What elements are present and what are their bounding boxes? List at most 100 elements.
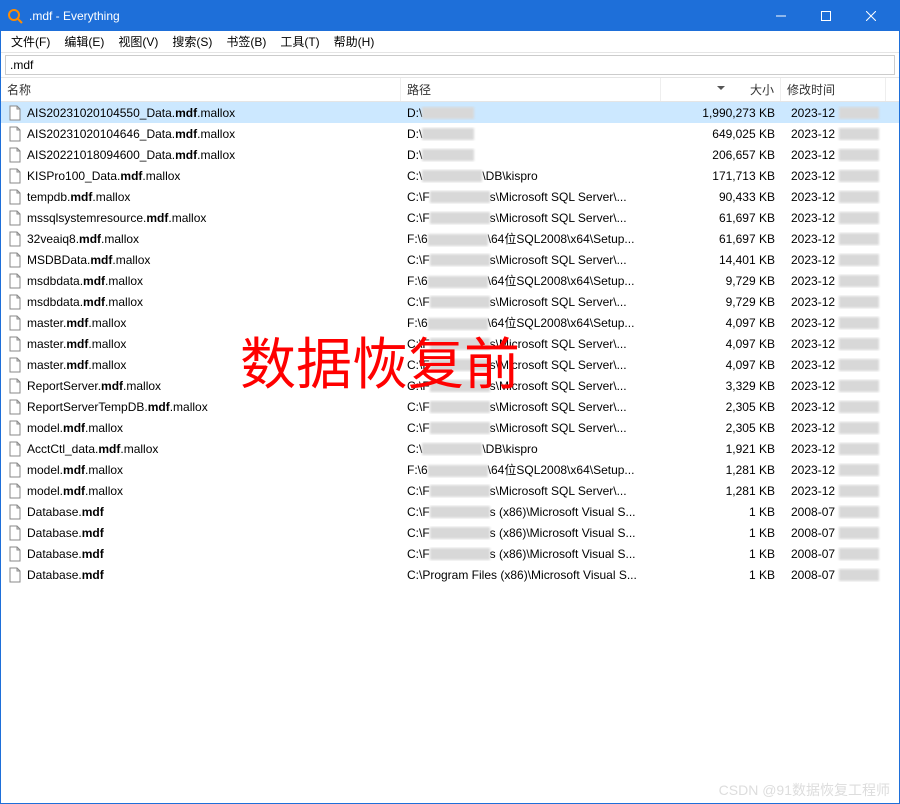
file-size-cell[interactable]: 14,401 KB — [661, 253, 781, 267]
file-path-cell[interactable]: C:\Fs\Microsoft SQL Server\... — [401, 484, 661, 498]
file-date-cell[interactable]: 2023-12 — [781, 421, 886, 435]
file-size-cell[interactable]: 1 KB — [661, 568, 781, 582]
close-button[interactable] — [848, 1, 893, 31]
file-path-cell[interactable]: C:\Fs\Microsoft SQL Server\... — [401, 358, 661, 372]
file-row[interactable]: model.mdf.malloxC:\Fs\Microsoft SQL Serv… — [1, 480, 899, 501]
file-size-cell[interactable]: 1,281 KB — [661, 484, 781, 498]
file-name-cell[interactable]: Database.mdf — [1, 504, 401, 520]
maximize-button[interactable] — [803, 1, 848, 31]
file-date-cell[interactable]: 2023-12 — [781, 274, 886, 288]
menu-help[interactable]: 帮助(H) — [328, 31, 381, 52]
file-path-cell[interactable]: D:\ — [401, 106, 661, 120]
file-name-cell[interactable]: mssqlsystemresource.mdf.mallox — [1, 210, 401, 226]
file-date-cell[interactable]: 2023-12 — [781, 463, 886, 477]
menu-bookmarks[interactable]: 书签(B) — [220, 31, 272, 52]
file-row[interactable]: MSDBData.mdf.malloxC:\Fs\Microsoft SQL S… — [1, 249, 899, 270]
file-name-cell[interactable]: ReportServerTempDB.mdf.mallox — [1, 399, 401, 415]
file-path-cell[interactable]: F:\6\64位SQL2008\x64\Setup... — [401, 461, 661, 478]
file-size-cell[interactable]: 206,657 KB — [661, 148, 781, 162]
file-path-cell[interactable]: F:\6\64位SQL2008\x64\Setup... — [401, 314, 661, 331]
menu-edit[interactable]: 编辑(E) — [58, 31, 110, 52]
file-size-cell[interactable]: 4,097 KB — [661, 316, 781, 330]
file-path-cell[interactable]: C:\Fs\Microsoft SQL Server\... — [401, 379, 661, 393]
file-date-cell[interactable]: 2023-12 — [781, 358, 886, 372]
file-size-cell[interactable]: 1 KB — [661, 505, 781, 519]
file-size-cell[interactable]: 1,990,273 KB — [661, 106, 781, 120]
file-size-cell[interactable]: 1,921 KB — [661, 442, 781, 456]
file-path-cell[interactable]: C:\Fs\Microsoft SQL Server\... — [401, 295, 661, 309]
file-path-cell[interactable]: C:\Fs\Microsoft SQL Server\... — [401, 421, 661, 435]
file-date-cell[interactable]: 2008-07 — [781, 568, 886, 582]
file-path-cell[interactable]: D:\ — [401, 127, 661, 141]
file-date-cell[interactable]: 2008-07 — [781, 505, 886, 519]
file-date-cell[interactable]: 2023-12 — [781, 148, 886, 162]
file-row[interactable]: master.mdf.malloxC:\Fs\Microsoft SQL Ser… — [1, 354, 899, 375]
file-name-cell[interactable]: AIS20221018094600_Data.mdf.mallox — [1, 147, 401, 163]
file-row[interactable]: AIS20231020104550_Data.mdf.malloxD:\1,99… — [1, 102, 899, 123]
file-name-cell[interactable]: model.mdf.mallox — [1, 483, 401, 499]
file-row[interactable]: msdbdata.mdf.malloxC:\Fs\Microsoft SQL S… — [1, 291, 899, 312]
file-row[interactable]: AIS20221018094600_Data.mdf.malloxD:\206,… — [1, 144, 899, 165]
file-row[interactable]: master.mdf.malloxF:\6\64位SQL2008\x64\Set… — [1, 312, 899, 333]
file-date-cell[interactable]: 2023-12 — [781, 442, 886, 456]
file-date-cell[interactable]: 2023-12 — [781, 169, 886, 183]
file-name-cell[interactable]: AIS20231020104646_Data.mdf.mallox — [1, 126, 401, 142]
file-name-cell[interactable]: master.mdf.mallox — [1, 357, 401, 373]
file-name-cell[interactable]: tempdb.mdf.mallox — [1, 189, 401, 205]
menu-tools[interactable]: 工具(T) — [274, 31, 325, 52]
file-date-cell[interactable]: 2023-12 — [781, 400, 886, 414]
file-size-cell[interactable]: 61,697 KB — [661, 232, 781, 246]
file-date-cell[interactable]: 2008-07 — [781, 547, 886, 561]
file-path-cell[interactable]: C:\Fs (x86)\Microsoft Visual S... — [401, 547, 661, 561]
file-size-cell[interactable]: 2,305 KB — [661, 400, 781, 414]
file-name-cell[interactable]: Database.mdf — [1, 525, 401, 541]
file-size-cell[interactable]: 9,729 KB — [661, 295, 781, 309]
header-path[interactable]: 路径 — [401, 78, 661, 101]
header-name[interactable]: 名称 — [1, 78, 401, 101]
file-path-cell[interactable]: C:\Fs\Microsoft SQL Server\... — [401, 190, 661, 204]
file-name-cell[interactable]: Database.mdf — [1, 567, 401, 583]
file-size-cell[interactable]: 1,281 KB — [661, 463, 781, 477]
file-name-cell[interactable]: model.mdf.mallox — [1, 462, 401, 478]
file-row[interactable]: Database.mdfC:\Fs (x86)\Microsoft Visual… — [1, 522, 899, 543]
file-size-cell[interactable]: 61,697 KB — [661, 211, 781, 225]
file-size-cell[interactable]: 4,097 KB — [661, 358, 781, 372]
header-size[interactable]: 大小 — [661, 78, 781, 101]
file-size-cell[interactable]: 649,025 KB — [661, 127, 781, 141]
file-name-cell[interactable]: model.mdf.mallox — [1, 420, 401, 436]
file-date-cell[interactable]: 2023-12 — [781, 106, 886, 120]
file-size-cell[interactable]: 1 KB — [661, 547, 781, 561]
search-input[interactable] — [5, 55, 895, 75]
file-date-cell[interactable]: 2023-12 — [781, 316, 886, 330]
file-row[interactable]: AIS20231020104646_Data.mdf.malloxD:\649,… — [1, 123, 899, 144]
file-row[interactable]: msdbdata.mdf.malloxF:\6\64位SQL2008\x64\S… — [1, 270, 899, 291]
file-name-cell[interactable]: AIS20231020104550_Data.mdf.mallox — [1, 105, 401, 121]
file-path-cell[interactable]: F:\6\64位SQL2008\x64\Setup... — [401, 272, 661, 289]
file-path-cell[interactable]: C:\Fs (x86)\Microsoft Visual S... — [401, 526, 661, 540]
file-name-cell[interactable]: 32veaiq8.mdf.mallox — [1, 231, 401, 247]
menu-search[interactable]: 搜索(S) — [166, 31, 218, 52]
file-date-cell[interactable]: 2023-12 — [781, 232, 886, 246]
file-path-cell[interactable]: C:\\DB\kispro — [401, 169, 661, 183]
file-row[interactable]: 32veaiq8.mdf.malloxF:\6\64位SQL2008\x64\S… — [1, 228, 899, 249]
file-size-cell[interactable]: 90,433 KB — [661, 190, 781, 204]
file-date-cell[interactable]: 2023-12 — [781, 379, 886, 393]
file-row[interactable]: Database.mdfC:\Fs (x86)\Microsoft Visual… — [1, 543, 899, 564]
file-row[interactable]: KISPro100_Data.mdf.malloxC:\\DB\kispro17… — [1, 165, 899, 186]
file-size-cell[interactable]: 4,097 KB — [661, 337, 781, 351]
file-path-cell[interactable]: D:\ — [401, 148, 661, 162]
file-date-cell[interactable]: 2023-12 — [781, 253, 886, 267]
file-date-cell[interactable]: 2023-12 — [781, 127, 886, 141]
file-path-cell[interactable]: C:\Fs\Microsoft SQL Server\... — [401, 337, 661, 351]
file-path-cell[interactable]: C:\Fs (x86)\Microsoft Visual S... — [401, 505, 661, 519]
file-row[interactable]: AcctCtl_data.mdf.malloxC:\\DB\kispro1,92… — [1, 438, 899, 459]
file-name-cell[interactable]: msdbdata.mdf.mallox — [1, 294, 401, 310]
header-date[interactable]: 修改时间 — [781, 78, 886, 101]
file-name-cell[interactable]: master.mdf.mallox — [1, 336, 401, 352]
menu-view[interactable]: 视图(V) — [112, 31, 164, 52]
file-row[interactable]: ReportServerTempDB.mdf.malloxC:\Fs\Micro… — [1, 396, 899, 417]
file-row[interactable]: tempdb.mdf.malloxC:\Fs\Microsoft SQL Ser… — [1, 186, 899, 207]
file-list[interactable]: AIS20231020104550_Data.mdf.malloxD:\1,99… — [1, 102, 899, 803]
file-row[interactable]: model.mdf.malloxF:\6\64位SQL2008\x64\Setu… — [1, 459, 899, 480]
file-row[interactable]: Database.mdfC:\Program Files (x86)\Micro… — [1, 564, 899, 585]
